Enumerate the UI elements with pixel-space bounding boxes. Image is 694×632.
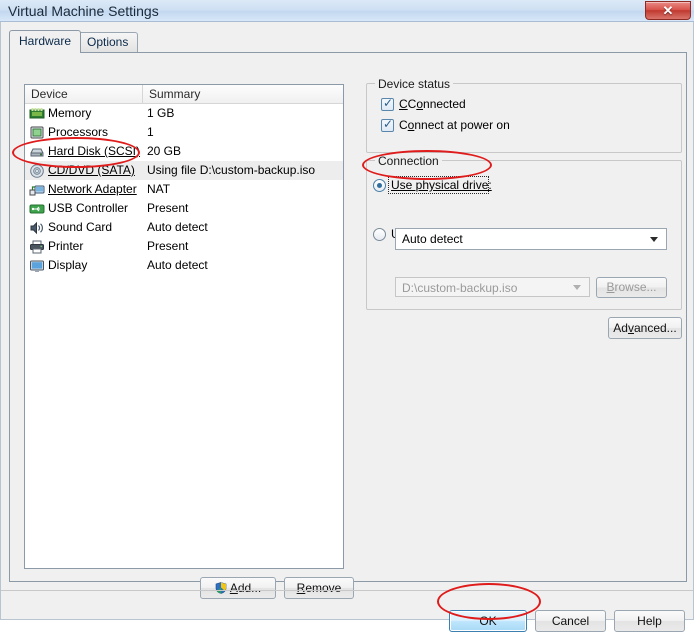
help-button[interactable]: Help: [614, 610, 685, 632]
add-button-label: Add...: [229, 581, 262, 595]
device-summary: Present: [147, 201, 189, 215]
help-button-label: Help: [637, 614, 662, 628]
advanced-button-label: Advanced...: [613, 321, 677, 335]
remove-button-label: Remove: [296, 581, 342, 595]
device-summary: Using file D:\custom-backup.iso: [147, 163, 316, 177]
iso-path-combobox[interactable]: D:\custom-backup.iso: [395, 277, 590, 297]
table-row[interactable]: USB Controller Present: [25, 199, 343, 218]
remove-button[interactable]: Remove: [284, 577, 354, 599]
device-status-title: Device status: [375, 77, 454, 91]
add-button[interactable]: Add...: [200, 577, 276, 599]
physical-drive-combobox[interactable]: Auto detect: [395, 228, 667, 250]
connected-label: CConnected: [399, 97, 466, 111]
network-adapter-icon: [29, 182, 45, 197]
device-name: CD/DVD (SATA): [48, 163, 135, 177]
ok-button[interactable]: OK: [449, 610, 527, 632]
table-row[interactable]: Printer Present: [25, 237, 343, 256]
table-row[interactable]: Sound Card Auto detect: [25, 218, 343, 237]
window-title: Virtual Machine Settings: [8, 3, 159, 19]
close-icon[interactable]: ✕: [645, 1, 691, 20]
use-iso-image-radio[interactable]: [373, 228, 386, 241]
cd-dvd-icon: [29, 163, 45, 178]
ok-button-label: OK: [479, 614, 497, 628]
column-header-device[interactable]: Device: [25, 85, 143, 103]
device-list[interactable]: Device Summary Memory 1 GB Processors 1 Hard…: [24, 84, 344, 569]
connect-at-power-on-label: Connect at power on: [399, 118, 510, 132]
use-physical-drive-radio[interactable]: [373, 179, 386, 192]
hard-disk-icon: [29, 144, 45, 159]
advanced-button[interactable]: Advanced...: [608, 317, 682, 339]
table-row[interactable]: Memory 1 GB: [25, 104, 343, 123]
iso-path-value: D:\custom-backup.iso: [402, 281, 518, 295]
check-icon: ✓: [383, 96, 394, 110]
memory-icon: [29, 106, 45, 121]
close-glyph: ✕: [662, 3, 674, 18]
cancel-button-label: Cancel: [551, 614, 590, 628]
check-icon: ✓: [383, 117, 394, 131]
device-summary: NAT: [147, 182, 171, 196]
usb-controller-icon: [29, 201, 45, 216]
title-bar: Virtual Machine Settings ✕: [0, 0, 694, 22]
virtual-machine-settings-dialog: Virtual Machine Settings ✕ Hardware Opti…: [0, 0, 694, 632]
device-name: Hard Disk (SCSI): [48, 144, 141, 158]
cancel-button[interactable]: Cancel: [535, 610, 606, 632]
browse-button-label: Browse...: [606, 280, 657, 294]
table-row[interactable]: Display Auto detect: [25, 256, 343, 275]
connection-title: Connection: [375, 154, 442, 168]
device-summary: 1 GB: [147, 106, 175, 120]
device-name: Network Adapter: [48, 182, 137, 196]
table-row[interactable]: Processors 1: [25, 123, 343, 142]
table-row[interactable]: Network Adapter NAT: [25, 180, 343, 199]
connected-label-text: Connected: [407, 97, 466, 111]
device-list-header: Device Summary: [25, 85, 343, 104]
connect-at-power-on-checkbox[interactable]: ✓: [381, 117, 394, 132]
tab-hardware[interactable]: Hardware: [9, 30, 82, 53]
device-name: Display: [48, 258, 88, 272]
processor-icon: [29, 125, 45, 140]
sound-card-icon: [29, 220, 45, 235]
dialog-client-area: Hardware Options Device Summary Memory 1 …: [0, 22, 694, 632]
physical-drive-value: Auto detect: [402, 232, 463, 246]
device-name: Memory: [48, 106, 92, 120]
tab-strip: Hardware Options: [9, 30, 687, 53]
connected-checkbox[interactable]: ✓: [381, 96, 394, 111]
tab-page-hardware: Device Summary Memory 1 GB Processors 1 Hard…: [9, 52, 687, 599]
chevron-down-icon: [650, 237, 658, 242]
device-list-rows: Memory 1 GB Processors 1 Hard Disk (SCSI) 20 …: [25, 104, 343, 275]
device-name: Processors: [48, 125, 109, 139]
device-name: Printer: [48, 239, 84, 253]
device-name: USB Controller: [48, 201, 129, 215]
device-summary: Auto detect: [147, 220, 208, 234]
shield-icon: [215, 582, 227, 594]
device-summary: 1: [147, 125, 154, 139]
table-row[interactable]: Hard Disk (SCSI) 20 GB: [25, 142, 343, 161]
column-header-summary[interactable]: Summary: [143, 85, 343, 103]
chevron-down-icon: [573, 285, 581, 290]
device-summary: Present: [147, 239, 189, 253]
bottom-separator: [1, 590, 693, 591]
use-physical-drive-label: Use physical drive:: [391, 178, 492, 192]
browse-button[interactable]: Browse...: [596, 277, 667, 298]
device-summary: 20 GB: [147, 144, 182, 158]
device-name: Sound Card: [48, 220, 113, 234]
device-summary: Auto detect: [147, 258, 208, 272]
radio-dot: [377, 183, 382, 188]
table-row[interactable]: CD/DVD (SATA) Using file D:\custom-backup…: [25, 161, 343, 180]
tab-options[interactable]: Options: [77, 32, 139, 52]
printer-icon: [29, 239, 45, 254]
device-status-group: Device status ✓ CConnected ✓ Connect at …: [366, 77, 682, 153]
display-icon: [29, 258, 45, 273]
